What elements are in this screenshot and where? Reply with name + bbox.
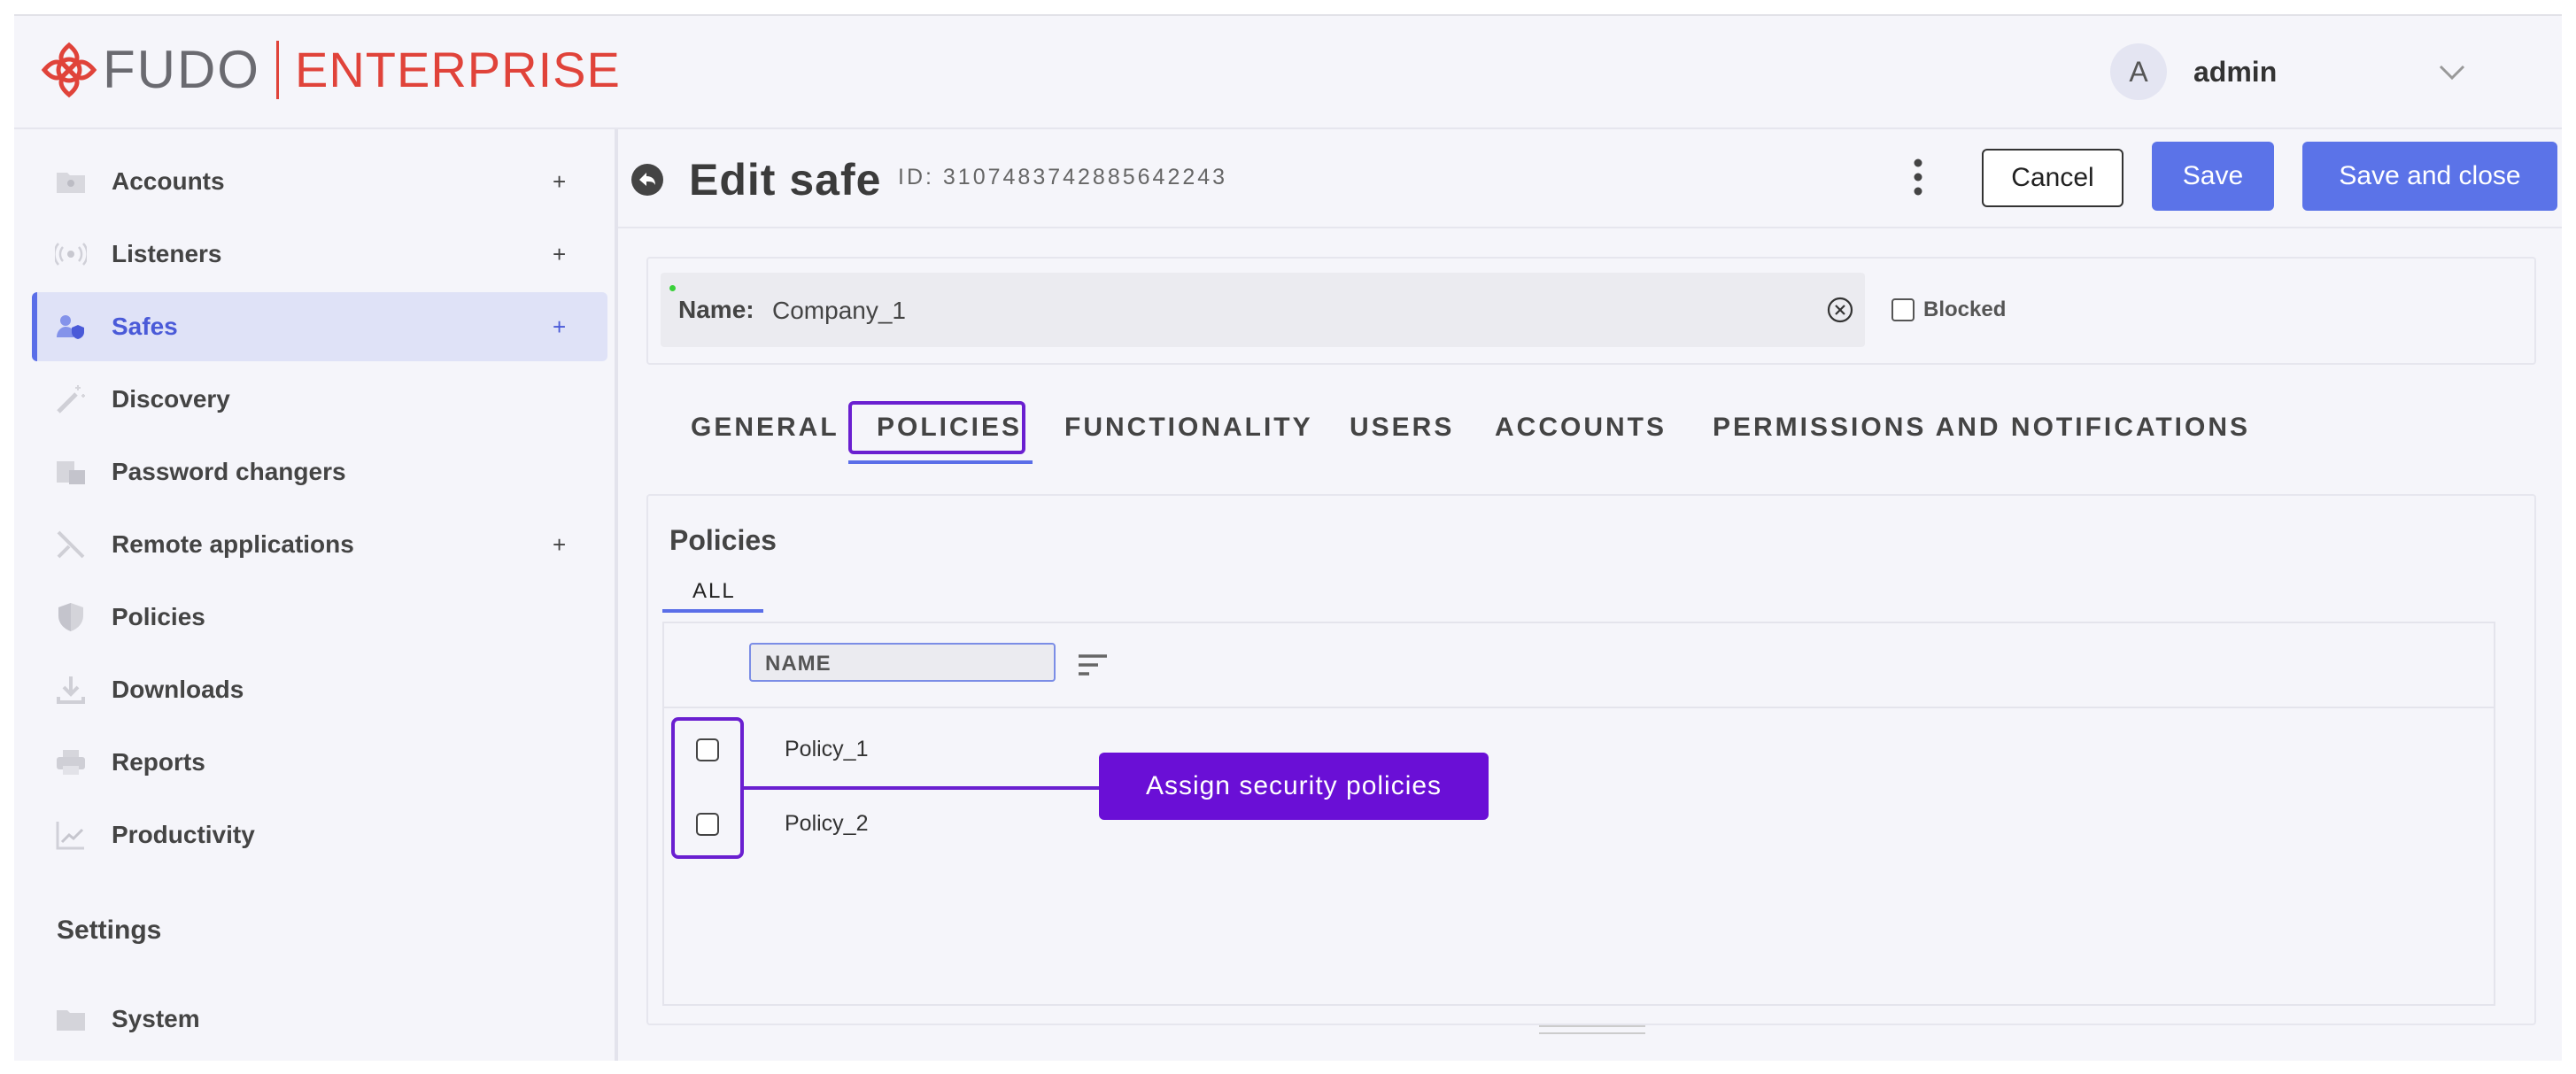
sidebar-item-accounts[interactable]: Accounts + bbox=[32, 147, 602, 216]
logo-divider bbox=[275, 41, 279, 99]
password-changers-icon bbox=[57, 461, 85, 484]
sidebar-item-reports[interactable]: Reports bbox=[32, 728, 602, 797]
printer-icon bbox=[57, 750, 85, 775]
tab-policies-highlight bbox=[848, 401, 1025, 454]
tab-functionality[interactable]: FUNCTIONALITY bbox=[1064, 413, 1313, 443]
sidebar-item-password-changers[interactable]: Password changers bbox=[32, 437, 602, 506]
tab-general[interactable]: GENERAL bbox=[691, 413, 839, 443]
chevron-down-icon[interactable] bbox=[2437, 57, 2467, 87]
sidebar-item-label: Remote applications bbox=[112, 530, 354, 558]
sidebar-item-safes[interactable]: Safes + bbox=[32, 292, 607, 361]
subtab-all[interactable]: ALL bbox=[692, 579, 736, 604]
cancel-button[interactable]: Cancel bbox=[1982, 149, 2123, 207]
sidebar-item-label: Policies bbox=[112, 603, 205, 630]
sort-icon[interactable] bbox=[1077, 652, 1109, 678]
resize-handle[interactable] bbox=[1539, 1025, 1645, 1034]
download-icon bbox=[57, 676, 85, 704]
policy-name: Policy_1 bbox=[785, 737, 869, 761]
clear-icon[interactable] bbox=[1826, 296, 1854, 324]
blocked-checkbox[interactable] bbox=[1891, 298, 1915, 321]
subtab-underline bbox=[662, 609, 763, 613]
discovery-icon bbox=[57, 385, 85, 413]
page-title: Edit safe bbox=[689, 155, 882, 205]
save-button[interactable]: Save bbox=[2152, 142, 2274, 211]
back-icon[interactable] bbox=[630, 163, 664, 197]
remote-applications-icon bbox=[57, 530, 85, 559]
avatar: A bbox=[2110, 43, 2167, 100]
save-and-close-button[interactable]: Save and close bbox=[2302, 142, 2557, 211]
tab-users[interactable]: USERS bbox=[1350, 413, 1454, 443]
sidebar-item-listeners[interactable]: Listeners + bbox=[32, 220, 602, 289]
table-header: NAME bbox=[664, 623, 2494, 708]
sidebar-item-label: Safes bbox=[112, 313, 178, 340]
sidebar-item-label: Discovery bbox=[112, 385, 230, 413]
name-input[interactable]: Company_1 bbox=[772, 297, 906, 325]
checkbox-highlight bbox=[671, 717, 744, 859]
safe-id: ID: 3107483742885642243 bbox=[898, 165, 1228, 189]
add-safe-button[interactable]: + bbox=[553, 313, 566, 341]
sidebar-item-remote-applications[interactable]: Remote applications + bbox=[32, 510, 602, 579]
policies-table: NAME Policy_1 Policy_2 Assign security p… bbox=[662, 622, 2495, 1006]
sidebar-item-label: System bbox=[112, 1005, 200, 1032]
name-card: Name: Company_1 Blocked bbox=[646, 257, 2536, 365]
logo-text-fudo: FUDO bbox=[103, 40, 260, 99]
sidebar-item-productivity[interactable]: Productivity bbox=[32, 800, 602, 869]
add-remote-application-button[interactable]: + bbox=[553, 531, 566, 559]
more-options-icon[interactable] bbox=[1905, 156, 1931, 198]
fudo-logo-mark-icon bbox=[41, 42, 97, 98]
accounts-icon bbox=[57, 173, 85, 193]
blocked-label: Blocked bbox=[1923, 297, 2007, 321]
sidebar-item-label: Accounts bbox=[112, 167, 225, 195]
sidebar-item-label: Reports bbox=[112, 748, 205, 776]
sidebar-item-system[interactable]: System bbox=[32, 985, 602, 1054]
chart-icon bbox=[56, 822, 84, 850]
sidebar-item-label: Productivity bbox=[112, 821, 255, 848]
callout-connector bbox=[744, 786, 1100, 790]
tab-accounts[interactable]: ACCOUNTS bbox=[1495, 413, 1667, 443]
policies-panel: Policies ALL NAME Policy_1 Policy_2 Assi… bbox=[646, 494, 2536, 1025]
sidebar-item-policies[interactable]: Policies bbox=[32, 583, 602, 652]
name-field[interactable]: Name: Company_1 bbox=[661, 273, 1865, 347]
policy-name: Policy_2 bbox=[785, 811, 869, 836]
policies-title: Policies bbox=[669, 524, 777, 556]
top-bar: FUDO ENTERPRISE A admin bbox=[14, 16, 2562, 129]
name-column-filter[interactable]: NAME bbox=[749, 643, 1056, 682]
logo-text-enterprise: ENTERPRISE bbox=[294, 42, 621, 97]
name-label: Name: bbox=[678, 296, 754, 323]
user-menu[interactable]: A admin bbox=[2110, 43, 2277, 100]
sidebar-item-downloads[interactable]: Downloads bbox=[32, 655, 602, 724]
safes-icon bbox=[57, 315, 84, 339]
fudo-logo[interactable]: FUDO ENTERPRISE bbox=[41, 41, 621, 99]
listeners-icon bbox=[55, 243, 87, 266]
name-status-dot bbox=[669, 285, 676, 291]
sidebar-item-discovery[interactable]: Discovery bbox=[32, 365, 602, 434]
sidebar-item-label: Listeners bbox=[112, 240, 222, 267]
add-account-button[interactable]: + bbox=[553, 168, 566, 196]
add-listener-button[interactable]: + bbox=[553, 241, 566, 268]
main-content: Edit safe ID: 3107483742885642243 Cancel… bbox=[618, 129, 2562, 1061]
sidebar-item-label: Password changers bbox=[112, 458, 346, 485]
sidebar: Accounts + Listeners + Safes + Discovery… bbox=[14, 129, 618, 1061]
tab-permissions-and-notifications[interactable]: PERMISSIONS AND NOTIFICATIONS bbox=[1713, 413, 2250, 443]
settings-heading: Settings bbox=[57, 916, 162, 945]
sidebar-item-label: Downloads bbox=[112, 676, 244, 703]
page-header: Edit safe ID: 3107483742885642243 Cancel… bbox=[618, 129, 2562, 228]
shield-icon bbox=[58, 603, 83, 631]
tab-active-underline bbox=[848, 460, 1033, 464]
app-window: FUDO ENTERPRISE A admin Accounts + Liste… bbox=[14, 14, 2562, 1061]
username: admin bbox=[2193, 55, 2278, 88]
folder-icon bbox=[57, 1010, 85, 1031]
callout-annotation: Assign security policies bbox=[1099, 753, 1489, 820]
